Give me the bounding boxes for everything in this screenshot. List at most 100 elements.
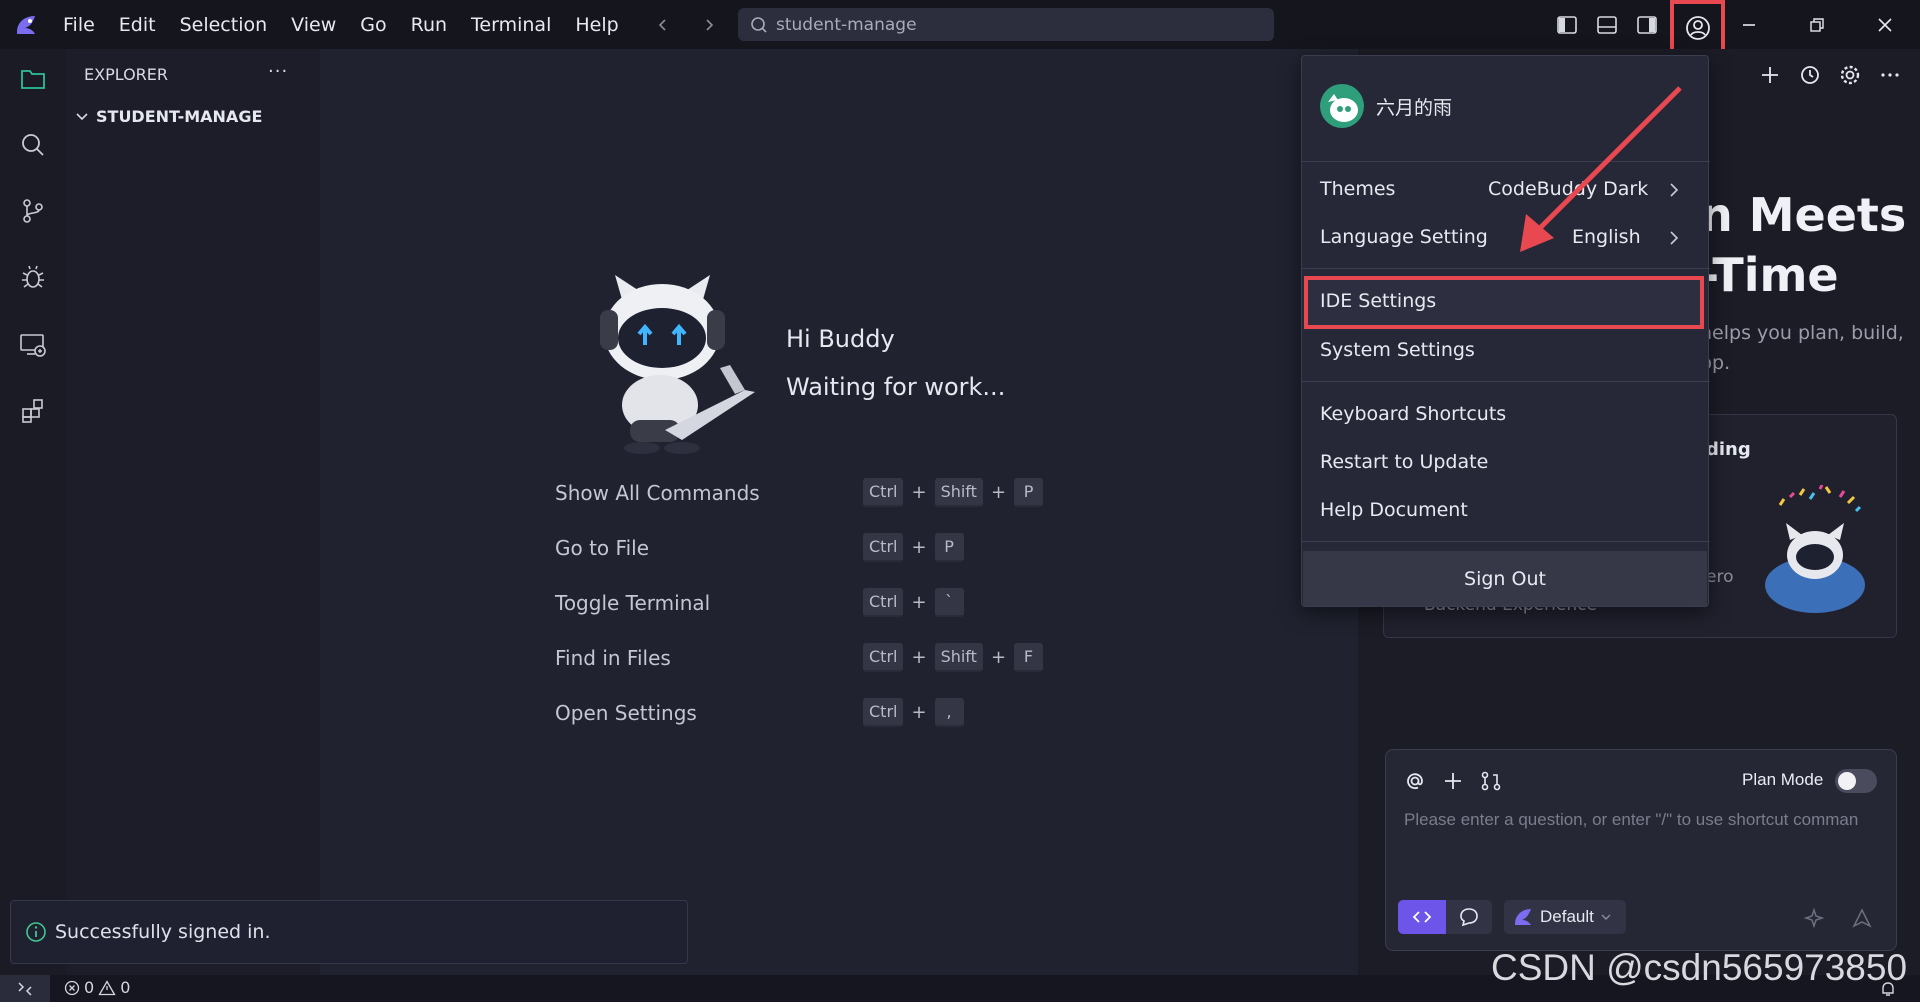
error-count: 0 — [84, 978, 95, 997]
toggle-panel-icon[interactable] — [1592, 10, 1622, 40]
search-text: student-manage — [776, 14, 917, 35]
gear-icon[interactable] — [1837, 62, 1863, 88]
chat-input[interactable]: Please enter a question, or enter "/" to… — [1404, 810, 1884, 830]
minimize-icon[interactable] — [1734, 10, 1764, 40]
chat-input-box: Plan Mode Please enter a question, or en… — [1385, 749, 1897, 951]
add-context-icon[interactable] — [1440, 768, 1466, 794]
activity-bar — [0, 49, 66, 975]
debug-icon[interactable] — [17, 261, 49, 293]
warning-count: 0 — [120, 978, 131, 997]
key-cap: Ctrl — [863, 478, 904, 507]
source-control-icon[interactable] — [17, 195, 49, 227]
shortcut-row[interactable]: Show All Commands Ctrl + Shift + P — [555, 478, 1055, 508]
model-selector[interactable]: Default — [1504, 900, 1626, 934]
menu-divider — [1302, 381, 1710, 382]
remote-indicator[interactable] — [0, 975, 50, 1002]
account-button[interactable] — [1670, 0, 1725, 55]
chevron-down-icon — [76, 112, 88, 120]
menu-edit[interactable]: Edit — [119, 14, 156, 36]
feature-card-title: ding — [1706, 439, 1751, 460]
language-menu-item[interactable]: Language Setting — [1320, 226, 1488, 248]
help-document-menu-item[interactable]: Help Document — [1320, 499, 1468, 521]
shortcut-row[interactable]: Open Settings Ctrl + , — [555, 698, 1055, 728]
menu-selection[interactable]: Selection — [180, 14, 268, 36]
sign-out-button[interactable]: Sign Out — [1303, 551, 1707, 606]
key-cap: F — [1014, 643, 1044, 672]
restart-menu-item[interactable]: Restart to Update — [1320, 451, 1488, 473]
restore-icon[interactable] — [1802, 10, 1832, 40]
code-review-icon[interactable] — [1478, 768, 1504, 794]
key-cap: Shift — [934, 478, 983, 507]
key-plus: + — [911, 482, 927, 503]
menu-go[interactable]: Go — [360, 14, 386, 36]
remote-icon — [18, 981, 32, 996]
system-settings-menu-item[interactable]: System Settings — [1320, 339, 1475, 361]
robot-mascot-illustration — [600, 275, 755, 454]
menu-bar: File Edit Selection View Go Run Terminal… — [63, 14, 643, 36]
more-actions-icon[interactable]: ··· — [268, 61, 288, 82]
welcome-status: Waiting for work... — [786, 373, 1006, 401]
welcome-greeting: Hi Buddy — [786, 325, 895, 353]
toast-message: Successfully signed in. — [55, 921, 271, 943]
annotation-arrow — [1520, 86, 1682, 252]
feature-card-text: ero — [1706, 567, 1734, 587]
menu-terminal[interactable]: Terminal — [471, 14, 551, 36]
menu-divider — [1302, 268, 1710, 269]
error-icon — [64, 980, 80, 995]
shortcut-row[interactable]: Go to File Ctrl + P — [555, 533, 1055, 563]
key-cap: Shift — [934, 643, 983, 672]
explorer-icon[interactable] — [17, 63, 49, 95]
plan-mode-toggle[interactable] — [1835, 769, 1877, 793]
send-icon[interactable] — [1846, 902, 1878, 934]
key-plus: + — [990, 647, 1007, 668]
toggle-primary-sidebar-icon[interactable] — [1552, 10, 1582, 40]
key-plus: + — [911, 702, 927, 723]
toggle-secondary-sidebar-icon[interactable] — [1632, 10, 1662, 40]
key-cap: ` — [934, 588, 964, 617]
enhance-prompt-icon[interactable] — [1798, 902, 1830, 934]
chat-mode-button[interactable] — [1446, 900, 1492, 934]
shortcut-row[interactable]: Toggle Terminal Ctrl + ` — [555, 588, 1055, 618]
explorer-sidebar: EXPLORER ··· STUDENT-MANAGE — [66, 49, 320, 975]
search-icon[interactable] — [17, 129, 49, 161]
username: 六月的雨 — [1376, 96, 1453, 119]
shortcut-row[interactable]: Find in Files Ctrl + Shift + F — [555, 643, 1055, 673]
menu-help[interactable]: Help — [575, 14, 618, 36]
menu-run[interactable]: Run — [411, 14, 447, 36]
command-center-search[interactable]: student-manage — [738, 8, 1274, 41]
title-bar: File Edit Selection View Go Run Terminal… — [0, 0, 1920, 55]
chevron-down-icon — [1601, 914, 1611, 920]
key-cap: , — [934, 698, 964, 727]
account-icon — [1685, 15, 1710, 40]
problems-indicator[interactable]: 0 0 — [64, 978, 130, 997]
menu-file[interactable]: File — [63, 14, 95, 36]
key-plus: + — [911, 647, 927, 668]
hero-description-line-1: helps you plan, build, — [1700, 322, 1904, 344]
keyboard-shortcuts-menu-item[interactable]: Keyboard Shortcuts — [1320, 403, 1506, 425]
folder-name: STUDENT-MANAGE — [96, 107, 263, 126]
model-logo-icon — [1515, 909, 1531, 925]
remote-explorer-icon[interactable] — [17, 329, 49, 361]
craft-mode-button[interactable] — [1398, 900, 1446, 934]
themes-menu-item[interactable]: Themes — [1320, 178, 1395, 200]
plan-mode-label: Plan Mode — [1742, 770, 1824, 789]
code-icon — [1412, 911, 1432, 923]
forward-arrow-icon[interactable] — [696, 12, 722, 38]
model-label: Default — [1540, 907, 1594, 926]
workspace-folder[interactable]: STUDENT-MANAGE — [74, 107, 262, 126]
mention-icon[interactable] — [1402, 768, 1428, 794]
history-icon[interactable] — [1797, 62, 1823, 88]
explorer-title: EXPLORER — [84, 65, 168, 84]
back-arrow-icon[interactable] — [650, 12, 676, 38]
new-chat-icon[interactable] — [1757, 62, 1783, 88]
close-icon[interactable] — [1870, 10, 1900, 40]
key-cap: P — [934, 533, 964, 562]
menu-view[interactable]: View — [291, 14, 336, 36]
more-icon[interactable] — [1877, 62, 1903, 88]
shortcut-label: Go to File — [555, 536, 649, 560]
key-cap: Ctrl — [863, 533, 904, 562]
account-user: 六月的雨 — [1320, 84, 1452, 128]
key-plus: + — [911, 537, 927, 558]
extensions-icon[interactable] — [17, 395, 49, 427]
ide-settings-menu-item[interactable]: IDE Settings — [1320, 290, 1436, 312]
